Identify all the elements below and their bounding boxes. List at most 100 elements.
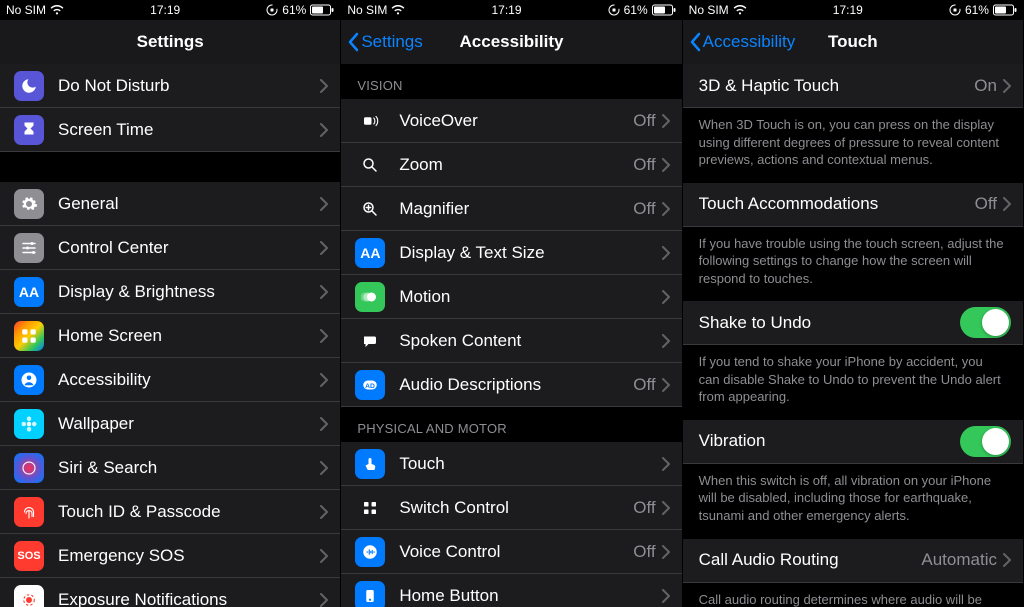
list-row[interactable]: Touch [341, 442, 681, 486]
back-button[interactable]: Accessibility [689, 20, 796, 64]
row-label: Spoken Content [399, 331, 661, 351]
battery-icon [993, 4, 1017, 16]
footer-text: If you tend to shake your iPhone by acci… [683, 345, 1023, 420]
chevron-right-icon [662, 501, 670, 515]
zoom-icon [355, 150, 385, 180]
wifi-icon [391, 5, 405, 15]
nav-bar: Settings [0, 20, 340, 64]
chevron-right-icon [662, 378, 670, 392]
chevron-right-icon [662, 545, 670, 559]
row-label: Emergency SOS [58, 546, 320, 566]
page-title: Settings [137, 32, 204, 52]
panel-touch: No SIM 17:19 61% Accessibility Touch 3D … [683, 0, 1024, 607]
list-row[interactable]: ADAudio DescriptionsOff [341, 363, 681, 407]
list-row[interactable]: Do Not Disturb [0, 64, 340, 108]
chevron-right-icon [1003, 553, 1011, 567]
wifi-icon [733, 5, 747, 15]
accessibility-list[interactable]: VisionVoiceOverOffZoomOffMagnifierOffAAD… [341, 64, 681, 607]
page-title: Accessibility [460, 32, 564, 52]
list-row[interactable]: Touch ID & Passcode [0, 490, 340, 534]
back-label: Accessibility [703, 32, 796, 52]
list-row[interactable]: Home Screen [0, 314, 340, 358]
chevron-right-icon [1003, 79, 1011, 93]
fingerprint-icon [14, 497, 44, 527]
battery-percent: 61% [282, 3, 306, 17]
row-label: Home Button [399, 586, 661, 606]
chevron-right-icon [320, 461, 328, 475]
clock-text: 17:19 [491, 3, 521, 17]
list-row[interactable]: 3D & Haptic TouchOn [683, 64, 1023, 108]
list-row[interactable]: MagnifierOff [341, 187, 681, 231]
list-row[interactable]: Spoken Content [341, 319, 681, 363]
chevron-right-icon [320, 79, 328, 93]
clock-text: 17:19 [833, 3, 863, 17]
sos-icon: SOS [14, 541, 44, 571]
back-label: Settings [361, 32, 422, 52]
orientation-lock-icon [266, 4, 278, 16]
list-row[interactable]: Siri & Search [0, 446, 340, 490]
row-label: Vibration [699, 431, 960, 451]
row-label: Accessibility [58, 370, 320, 390]
back-button[interactable]: Settings [347, 20, 422, 64]
list-row[interactable]: Shake to Undo [683, 301, 1023, 345]
chevron-right-icon [320, 505, 328, 519]
chevron-right-icon [662, 202, 670, 216]
status-bar: No SIM 17:19 61% [0, 0, 340, 20]
list-row[interactable]: AADisplay & Text Size [341, 231, 681, 275]
list-row[interactable]: Screen Time [0, 108, 340, 152]
list-row[interactable]: Call Audio RoutingAutomatic [683, 539, 1023, 583]
list-row[interactable]: Wallpaper [0, 402, 340, 446]
footer-text: When this switch is off, all vibration o… [683, 464, 1023, 539]
list-row[interactable]: Touch AccommodationsOff [683, 183, 1023, 227]
footer-text: When 3D Touch is on, you can press on th… [683, 108, 1023, 183]
chevron-right-icon [320, 373, 328, 387]
page-title: Touch [828, 32, 878, 52]
row-label: Touch Accommodations [699, 194, 975, 214]
list-row[interactable]: Exposure Notifications [0, 578, 340, 607]
list-row[interactable]: Motion [341, 275, 681, 319]
toggle-switch[interactable] [960, 307, 1011, 338]
nav-bar: Settings Accessibility [341, 20, 681, 64]
chevron-right-icon [320, 593, 328, 607]
list-row[interactable]: Voice ControlOff [341, 530, 681, 574]
list-row[interactable]: ZoomOff [341, 143, 681, 187]
row-label: Display & Brightness [58, 282, 320, 302]
list-row[interactable]: Switch ControlOff [341, 486, 681, 530]
clock-text: 17:19 [150, 3, 180, 17]
list-row[interactable]: General [0, 182, 340, 226]
chevron-right-icon [662, 246, 670, 260]
list-row[interactable]: Vibration [683, 420, 1023, 464]
list-row[interactable]: Control Center [0, 226, 340, 270]
grid-icon [14, 321, 44, 351]
status-bar: No SIM 17:19 61% [683, 0, 1023, 20]
row-label: Touch [399, 454, 661, 474]
magnifier-icon [355, 194, 385, 224]
sliders-icon [14, 233, 44, 263]
settings-list[interactable]: Do Not Disturb Screen Time GeneralControl … [0, 64, 340, 607]
toggle-switch[interactable] [960, 426, 1011, 457]
chevron-right-icon [662, 457, 670, 471]
home-icon [355, 581, 385, 607]
row-value: Off [633, 498, 655, 518]
row-value: On [974, 76, 997, 96]
list-row[interactable]: SOS Emergency SOS [0, 534, 340, 578]
list-row[interactable]: VoiceOverOff [341, 99, 681, 143]
row-value: Off [633, 375, 655, 395]
hourglass-icon [14, 115, 44, 145]
touch-list[interactable]: 3D & Haptic TouchOnWhen 3D Touch is on, … [683, 64, 1023, 607]
row-value: Off [633, 155, 655, 175]
list-row[interactable]: Home Button [341, 574, 681, 607]
row-label: Screen Time [58, 120, 320, 140]
row-label: VoiceOver [399, 111, 633, 131]
chevron-right-icon [320, 123, 328, 137]
list-row[interactable]: AADisplay & Brightness [0, 270, 340, 314]
list-row[interactable]: Accessibility [0, 358, 340, 402]
status-bar: No SIM 17:19 61% [341, 0, 681, 20]
row-label: Wallpaper [58, 414, 320, 434]
chevron-right-icon [320, 285, 328, 299]
row-label: Do Not Disturb [58, 76, 320, 96]
motion-icon [355, 282, 385, 312]
panel-accessibility: No SIM 17:19 61% Settings Accessibility … [341, 0, 682, 607]
carrier-text: No SIM [6, 3, 46, 17]
row-value: Off [975, 194, 997, 214]
